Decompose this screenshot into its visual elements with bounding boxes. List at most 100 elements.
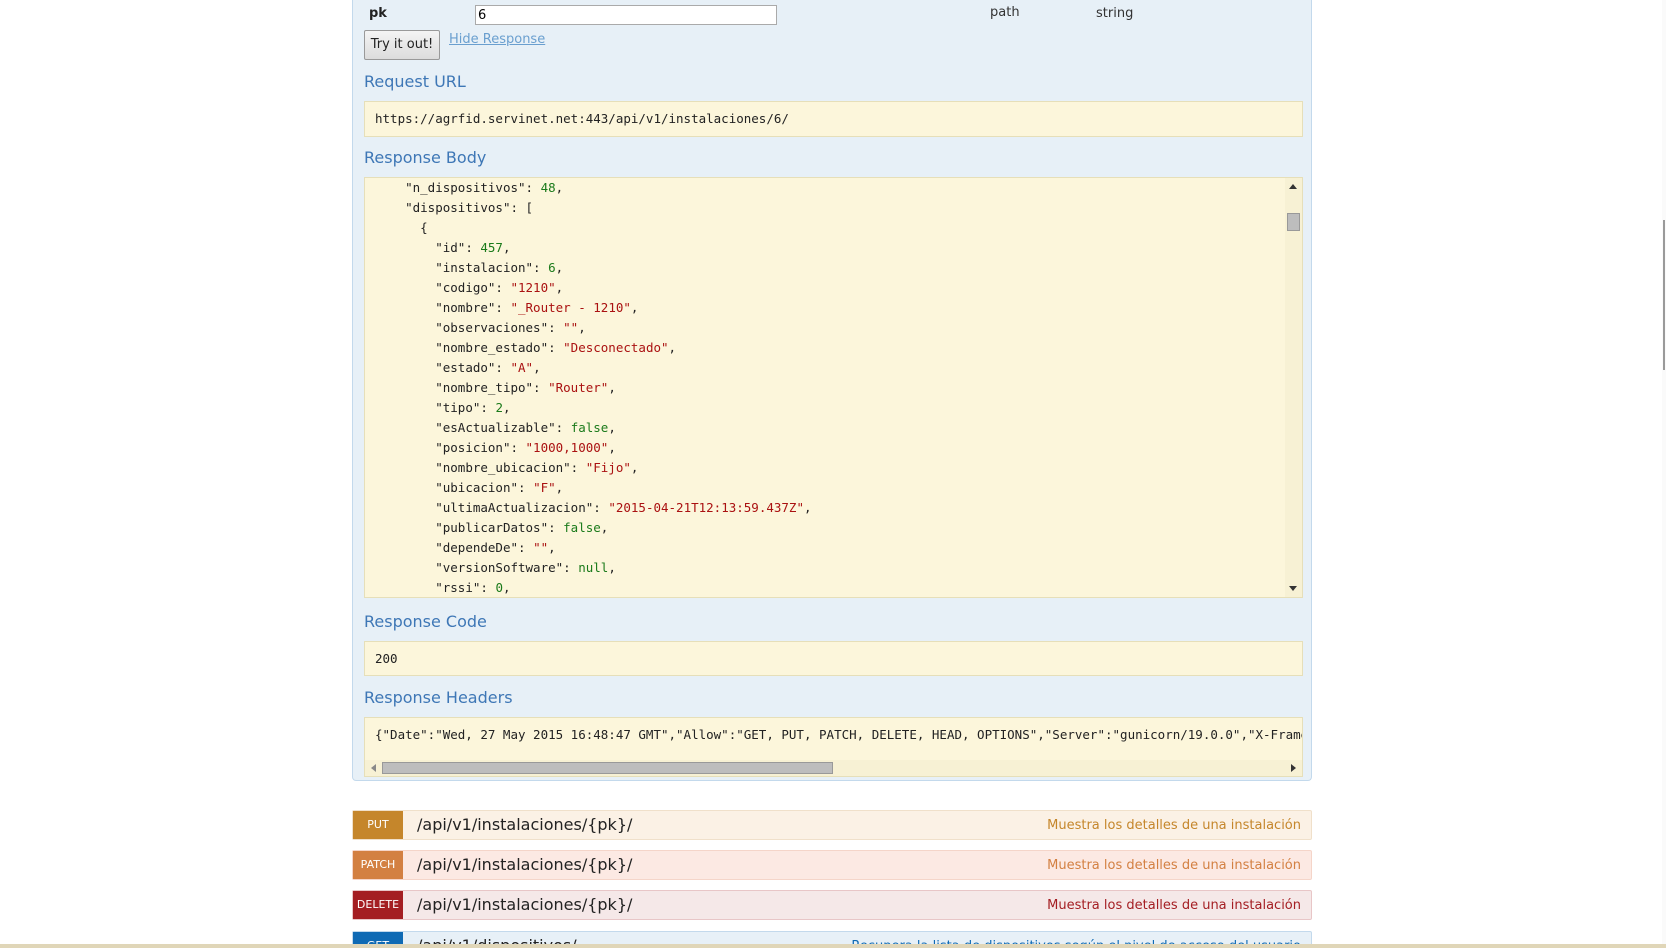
hide-response-link[interactable]: Hide Response xyxy=(449,32,545,47)
response-body-content: "n_dispositivos": 48, "dispositivos": [ … xyxy=(365,178,1284,597)
json-value: 2 xyxy=(495,400,503,415)
param-name: pk xyxy=(369,6,387,21)
request-url-box: https://agrfid.servinet.net:443/api/v1/i… xyxy=(364,101,1303,137)
json-value: "_Router - 1210" xyxy=(510,300,631,315)
json-line: "nombre_tipo": "Router", xyxy=(435,380,616,395)
json-key: "observaciones": xyxy=(435,320,564,335)
json-line: "tipo": 2, xyxy=(435,400,511,415)
json-value: 457 xyxy=(480,240,503,255)
json-key: "dependeDe": xyxy=(435,540,534,555)
json-key: "tipo": xyxy=(435,400,496,415)
arrow-up-icon[interactable] xyxy=(1289,184,1297,189)
json-value: { xyxy=(420,220,428,235)
response-code-title: Response Code xyxy=(364,612,487,631)
param-pk-input[interactable] xyxy=(475,5,777,25)
param-type: path xyxy=(990,5,1020,20)
arrow-right-icon[interactable] xyxy=(1291,764,1296,772)
json-value: false xyxy=(563,520,601,535)
json-key: "n_dispositivos": xyxy=(405,180,541,195)
arrow-down-icon[interactable] xyxy=(1289,586,1297,591)
json-line: "n_dispositivos": 48, xyxy=(405,180,564,195)
scrollbar-thumb[interactable] xyxy=(1287,213,1300,231)
response-body-vertical-scrollbar[interactable] xyxy=(1285,178,1302,597)
json-value: [ xyxy=(525,200,534,215)
json-value: "Desconectado" xyxy=(563,340,669,355)
json-value: "" xyxy=(533,540,549,555)
json-key: "nombre": xyxy=(435,300,511,315)
json-value: "A" xyxy=(510,360,534,375)
method-badge-put[interactable]: PUT xyxy=(353,811,403,839)
page-scrollbar[interactable] xyxy=(1662,0,1666,948)
json-value: false xyxy=(570,420,609,435)
request-url-title: Request URL xyxy=(364,72,466,91)
json-key: "ubicacion": xyxy=(435,480,534,495)
endpoint-path[interactable]: /api/v1/instalaciones/{pk}/ xyxy=(417,855,632,874)
json-key: "rssi": xyxy=(435,580,496,595)
json-value: 48 xyxy=(540,180,556,195)
json-value: "1000,1000" xyxy=(525,440,609,455)
json-value: "Fijo" xyxy=(585,460,631,475)
response-headers-horizontal-scrollbar[interactable] xyxy=(365,760,1302,776)
request-url-value: https://agrfid.servinet.net:443/api/v1/i… xyxy=(375,111,789,126)
method-badge-patch[interactable]: PATCH xyxy=(353,851,403,879)
json-line: { xyxy=(375,218,1274,238)
json-key: "instalacion": xyxy=(435,260,549,275)
json-line: "nombre": "_Router - 1210", xyxy=(435,300,639,315)
json-line: "nombre_ubicacion": "Fijo", xyxy=(435,460,639,475)
response-headers-box[interactable]: {"Date":"Wed, 27 May 2015 16:48:47 GMT",… xyxy=(364,717,1303,777)
json-line: "dependeDe": "", xyxy=(435,540,556,555)
json-line: "codigo": "1210", xyxy=(435,280,564,295)
json-key: "id": xyxy=(435,240,481,255)
json-line: "versionSoftware": null, xyxy=(435,560,616,575)
json-line: "observaciones": "", xyxy=(435,320,586,335)
swagger-page: pk path string Try it out! Hide Response… xyxy=(0,0,1666,948)
response-body-title: Response Body xyxy=(364,148,487,167)
json-key: "dispositivos": xyxy=(405,200,526,215)
json-key: "posicion": xyxy=(435,440,526,455)
json-key: "ultimaActualizacion": xyxy=(435,500,609,515)
json-key: "esActualizable": xyxy=(435,420,571,435)
method-badge-delete[interactable]: DELETE xyxy=(353,891,403,919)
json-key: "estado": xyxy=(435,360,511,375)
json-line: "esActualizable": false, xyxy=(435,420,616,435)
endpoint-delete-instalacion[interactable]: DELETE /api/v1/instalaciones/{pk}/ Muest… xyxy=(352,890,1312,920)
endpoint-patch-instalacion[interactable]: PATCH /api/v1/instalaciones/{pk}/ Muestr… xyxy=(352,850,1312,880)
json-line: "ubicacion": "F", xyxy=(435,480,564,495)
json-value: "" xyxy=(563,320,579,335)
endpoint-path[interactable]: /api/v1/instalaciones/{pk}/ xyxy=(417,895,632,914)
json-key: "nombre_tipo": xyxy=(435,380,549,395)
response-body-box[interactable]: "n_dispositivos": 48, "dispositivos": [ … xyxy=(364,177,1303,598)
scrollbar-thumb[interactable] xyxy=(382,762,833,774)
json-line: "id": 457, xyxy=(435,240,511,255)
endpoint-description[interactable]: Muestra los detalles de una instalación xyxy=(1047,818,1301,833)
json-key: "nombre_estado": xyxy=(435,340,564,355)
json-line: "instalacion": 6, xyxy=(435,260,564,275)
json-line: "dispositivos": [ xyxy=(375,198,1274,218)
page-scrollbar-thumb[interactable] xyxy=(1663,220,1665,370)
endpoint-description[interactable]: Muestra los detalles de una instalación xyxy=(1047,858,1301,873)
param-data-type: string xyxy=(1096,6,1134,21)
parameter-row: pk path string xyxy=(353,0,1311,28)
response-headers-value: {"Date":"Wed, 27 May 2015 16:48:47 GMT",… xyxy=(375,727,1303,742)
operation-panel-get-instalacion: pk path string Try it out! Hide Response… xyxy=(352,0,1312,781)
json-line: "rssi": 0, xyxy=(435,580,511,595)
json-value: "F" xyxy=(533,480,556,495)
json-key: "versionSoftware": xyxy=(435,560,579,575)
json-value: "1210" xyxy=(510,280,556,295)
response-headers-title: Response Headers xyxy=(364,688,513,707)
json-value: 0 xyxy=(495,580,503,595)
endpoint-put-instalacion[interactable]: PUT /api/v1/instalaciones/{pk}/ Muestra … xyxy=(352,810,1312,840)
json-key: "nombre_ubicacion": xyxy=(435,460,586,475)
arrow-left-icon[interactable] xyxy=(371,764,376,772)
json-key: "codigo": xyxy=(435,280,511,295)
json-line: "ultimaActualizacion": "2015-04-21T12:13… xyxy=(435,500,812,515)
json-line: "posicion": "1000,1000", xyxy=(435,440,616,455)
json-value: "Router" xyxy=(548,380,609,395)
json-line: "estado": "A", xyxy=(435,360,541,375)
endpoint-description[interactable]: Muestra los detalles de una instalación xyxy=(1047,898,1301,913)
try-it-out-button[interactable]: Try it out! xyxy=(364,30,440,60)
json-value: null xyxy=(578,560,609,575)
json-key: "publicarDatos": xyxy=(435,520,564,535)
bottom-divider xyxy=(0,944,1666,948)
endpoint-path[interactable]: /api/v1/instalaciones/{pk}/ xyxy=(417,815,632,834)
